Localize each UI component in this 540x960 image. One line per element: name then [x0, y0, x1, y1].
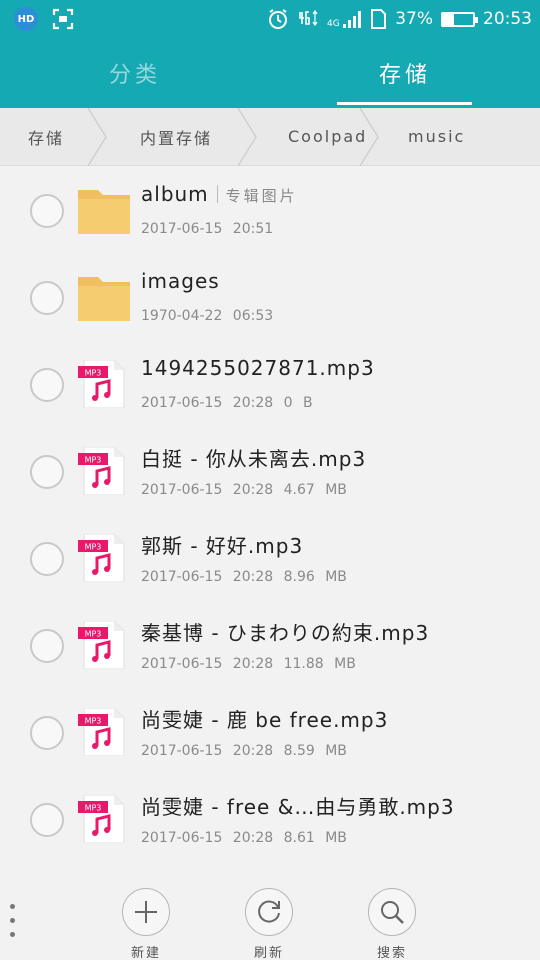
breadcrumb-label: 存储 [28, 128, 65, 148]
file-meta: 2017-06-15 20:28 11.88 MB [141, 656, 356, 672]
bottom-action-bar: 新建 刷新 搜索 [0, 886, 540, 960]
tab-category[interactable]: 分类 [0, 38, 270, 108]
mp3-badge: MP3 [85, 717, 102, 726]
file-name-text: album [141, 182, 209, 206]
chevron-right-icon [87, 107, 107, 166]
select-checkbox[interactable] [30, 716, 64, 750]
list-item[interactable]: album 专辑图片 2017-06-15 20:51 [0, 166, 540, 253]
hd-icon: HD [14, 7, 38, 31]
search-icon [368, 888, 416, 936]
select-checkbox[interactable] [30, 194, 64, 228]
search-button[interactable]: 搜索 [352, 888, 432, 960]
file-name: 秦基博 - ひまわりの約束.mp3 [141, 621, 430, 645]
refresh-label: 刷新 [253, 946, 284, 960]
tab-bar: 分类 存储 [0, 38, 540, 108]
refresh-button[interactable]: 刷新 [229, 888, 309, 960]
select-checkbox[interactable] [30, 281, 64, 315]
mp3-badge: MP3 [85, 369, 102, 378]
select-checkbox[interactable] [30, 542, 64, 576]
breadcrumb-label: music [408, 127, 466, 146]
active-tab-indicator [337, 102, 472, 105]
alarm-icon [269, 9, 288, 29]
list-item[interactable]: MP3 尚雯婕 - 鹿 be free.mp3 2017-06-15 20:28… [0, 688, 540, 775]
file-name: 尚雯婕 - 鹿 be free.mp3 [141, 708, 389, 732]
folder-tag: 专辑图片 [225, 187, 298, 205]
refresh-icon [245, 888, 293, 936]
breadcrumb-label: Coolpad [288, 127, 368, 146]
file-meta: 1970-04-22 06:53 [141, 308, 274, 324]
more-menu-icon[interactable] [10, 904, 16, 944]
file-meta: 2017-06-15 20:28 8.59 MB [141, 743, 347, 759]
file-name: 1494255027871.mp3 [141, 356, 375, 380]
chevron-right-icon [359, 107, 379, 166]
mp3-file-icon: MP3 [78, 447, 125, 495]
list-item[interactable]: MP3 白挺 - 你从未离去.mp3 2017-06-15 20:28 4.67… [0, 427, 540, 514]
divider [216, 185, 218, 203]
chevron-right-icon [237, 107, 257, 166]
list-item[interactable]: MP3 1494255027871.mp3 2017-06-15 20:28 0… [0, 340, 540, 427]
breadcrumb-item-internal[interactable]: 内置存储 [108, 107, 258, 166]
breadcrumb-label: 内置存储 [140, 128, 213, 148]
battery-percent: 37% [395, 9, 433, 29]
network-4g-icon [299, 9, 318, 27]
list-item[interactable]: MP3 郭斯 - 好好.mp3 2017-06-15 20:28 8.96 MB [0, 514, 540, 601]
mp3-badge: MP3 [85, 804, 102, 813]
svg-text:4G: 4G [327, 19, 340, 29]
file-meta: 2017-06-15 20:28 4.67 MB [141, 482, 347, 498]
breadcrumb-item-coolpad[interactable]: Coolpad [258, 107, 380, 166]
mp3-file-icon: MP3 [78, 795, 125, 843]
battery-icon [441, 11, 478, 27]
signal-icon: 4G [327, 11, 362, 29]
new-label: 新建 [130, 946, 161, 960]
file-meta: 2017-06-15 20:51 [141, 221, 274, 237]
file-name: 白挺 - 你从未离去.mp3 [141, 447, 367, 471]
folder-icon [78, 190, 130, 234]
file-list: album 专辑图片 2017-06-15 20:51 images 1970-0… [0, 166, 540, 886]
folder-icon [78, 277, 130, 321]
search-label: 搜索 [376, 946, 407, 960]
mp3-file-icon: MP3 [78, 534, 125, 582]
file-meta: 2017-06-15 20:28 8.96 MB [141, 569, 347, 585]
mp3-file-icon: MP3 [78, 708, 125, 756]
select-checkbox[interactable] [30, 455, 64, 489]
screenshot-scan-icon [52, 8, 74, 30]
select-checkbox[interactable] [30, 629, 64, 663]
mp3-file-icon: MP3 [78, 621, 125, 669]
hd-text: HD [17, 13, 35, 25]
sim-icon [371, 9, 387, 29]
breadcrumb: 存储 内置存储 Coolpad music [0, 107, 540, 166]
select-checkbox[interactable] [30, 368, 64, 402]
status-bar: HD 4G 37% 20:53 [0, 0, 540, 38]
list-item[interactable]: MP3 尚雯婕 - free &…由与勇敢.mp3 2017-06-15 20:… [0, 775, 540, 862]
new-button[interactable]: 新建 [106, 888, 186, 960]
mp3-file-icon: MP3 [78, 360, 125, 408]
file-name: 郭斯 - 好好.mp3 [141, 534, 304, 558]
battery-fill [443, 13, 455, 25]
file-name: 尚雯婕 - free &…由与勇敢.mp3 [141, 795, 455, 819]
tab-storage[interactable]: 存储 [270, 38, 540, 108]
list-item[interactable]: images 1970-04-22 06:53 [0, 253, 540, 340]
list-item[interactable]: MP3 秦基博 - ひまわりの約束.mp3 2017-06-15 20:28 1… [0, 601, 540, 688]
select-checkbox[interactable] [30, 803, 64, 837]
plus-icon [122, 888, 170, 936]
file-name: album 专辑图片 [141, 182, 298, 206]
file-name: images [141, 269, 220, 293]
mp3-badge: MP3 [85, 543, 102, 552]
file-meta: 2017-06-15 20:28 0 B [141, 395, 313, 411]
status-time: 20:53 [483, 9, 532, 29]
mp3-badge: MP3 [85, 456, 102, 465]
breadcrumb-item-music[interactable]: music [380, 108, 500, 166]
breadcrumb-item-storage[interactable]: 存储 [0, 107, 108, 166]
mp3-badge: MP3 [85, 630, 102, 639]
file-meta: 2017-06-15 20:28 8.61 MB [141, 830, 347, 846]
